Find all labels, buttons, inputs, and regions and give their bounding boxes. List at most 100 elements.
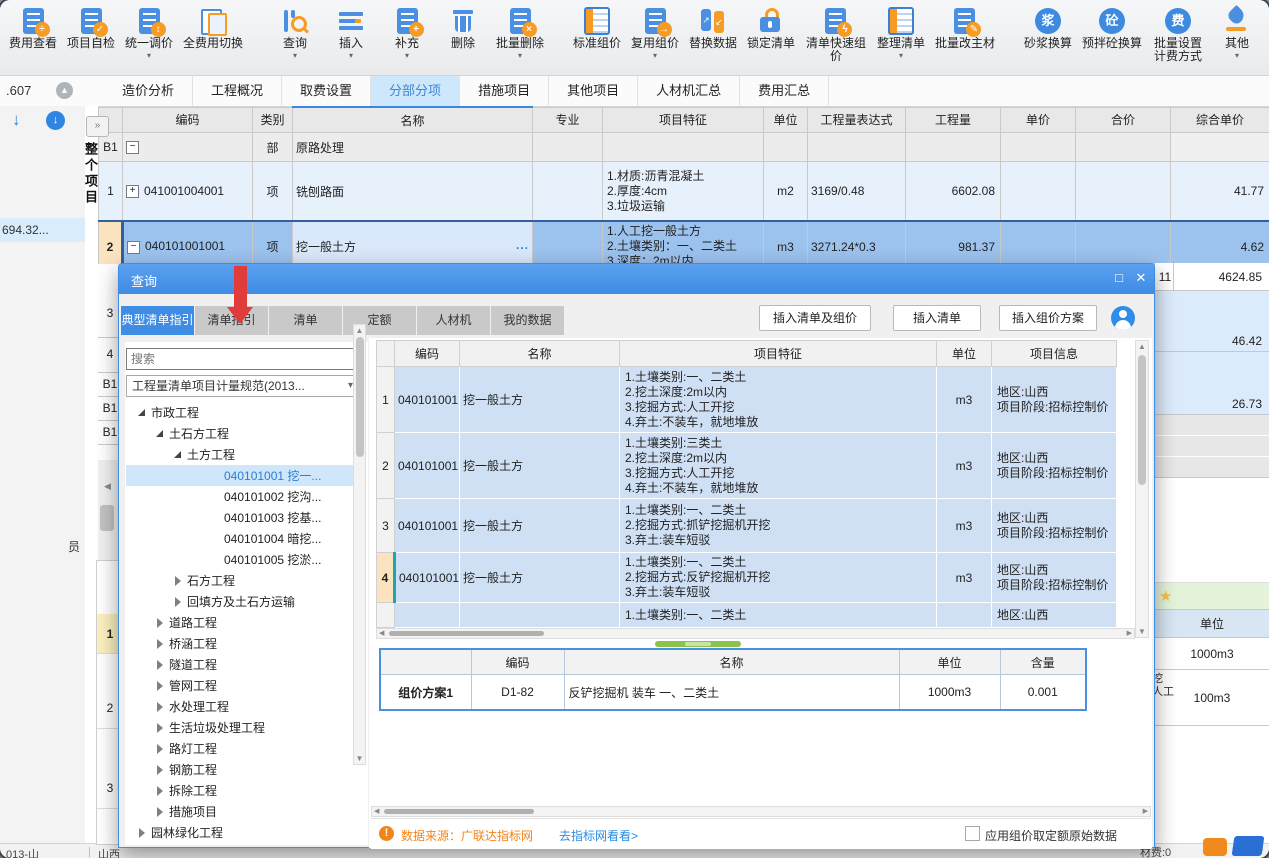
taskbar-app-icon[interactable] — [1232, 836, 1265, 856]
col-qty-expr[interactable]: 工程量表达式 — [808, 107, 906, 133]
tree-item[interactable]: 园林绿化工程 — [126, 822, 355, 843]
tree-item[interactable]: 水处理工程 — [126, 696, 355, 717]
toolbar-organize-list[interactable]: 整理清单 — [877, 5, 925, 60]
tree-closed-icon[interactable] — [154, 742, 167, 755]
tree-closed-icon[interactable] — [154, 658, 167, 671]
down-arrow-icon[interactable]: ↓ — [12, 110, 21, 130]
tree-item-soil[interactable]: 土方工程 — [126, 444, 355, 465]
toolbar-self-check[interactable]: ✓项目自检 — [67, 5, 115, 50]
toolbar-replace-data[interactable]: ↗↙替换数据 — [689, 5, 737, 50]
dialog-title-bar[interactable]: 查询 — [119, 264, 1154, 294]
spec-select[interactable]: 工程量清单项目计量规范(2013... — [126, 375, 358, 397]
tree-leaf[interactable]: 040101003 挖基... — [126, 507, 355, 528]
amount-row[interactable]: 694.32... — [0, 218, 85, 242]
col-code[interactable]: 编码 — [123, 107, 253, 133]
download-circle-icon[interactable]: ↓ — [46, 111, 65, 130]
col-total[interactable]: 合价 — [1076, 107, 1171, 133]
close-button[interactable] — [1131, 270, 1151, 286]
items-table-scrollbar[interactable]: ▲▼ — [1135, 340, 1149, 638]
tab-typical-list-guide[interactable]: 典型清单指引 — [121, 306, 194, 335]
tree-leaf-selected[interactable]: 040101001 挖一... — [126, 465, 355, 486]
tab-list[interactable]: 清单 — [269, 306, 342, 335]
tab-cost-analysis[interactable]: 造价分析 — [104, 76, 193, 106]
expand-panel-button[interactable]: » — [86, 116, 109, 137]
tab-labor-summary[interactable]: 人材机汇总 — [638, 76, 740, 106]
expand-expander[interactable]: + — [126, 185, 139, 198]
col-name[interactable]: 名称 — [293, 107, 533, 133]
tree-item[interactable]: 石方工程 — [126, 570, 355, 591]
tree-item[interactable]: 路灯工程 — [126, 738, 355, 759]
indicator-site-link[interactable]: 去指标网看看> — [559, 827, 638, 844]
tree-open-icon[interactable] — [136, 406, 149, 419]
tree-open-icon[interactable] — [172, 448, 185, 461]
insert-price-scheme-button[interactable]: 插入组价方案 — [999, 305, 1097, 331]
toolbar-query[interactable]: 查询 — [272, 5, 318, 60]
col-unit-price[interactable]: 单价 — [1001, 107, 1076, 133]
tree-closed-icon[interactable] — [154, 784, 167, 797]
tab-my-data[interactable]: 我的数据 — [491, 306, 564, 335]
tree-closed-icon[interactable] — [154, 637, 167, 650]
toolbar-mortar-convert[interactable]: 浆砂浆换算 — [1024, 5, 1072, 50]
dialog-table-row[interactable]: 2 040101001 挖一般土方 1.土壤类别:三类土 2.挖土深度:2m以内… — [377, 433, 1117, 499]
toolbar-unify-price[interactable]: ↕统一调价 — [125, 5, 173, 60]
tree-closed-icon[interactable] — [154, 763, 167, 776]
toolbar-edit-material[interactable]: ✎批量改主材 — [935, 5, 995, 50]
col-comp-price[interactable]: 综合单价 — [1171, 107, 1269, 133]
tree-closed-icon[interactable] — [154, 805, 167, 818]
tab-fee-summary[interactable]: 费用汇总 — [740, 76, 829, 106]
items-table-hscrollbar[interactable]: ◀▶ — [376, 628, 1135, 639]
toolbar-reuse-price[interactable]: →复用组价 — [631, 5, 679, 60]
col-code[interactable]: 编码 — [395, 341, 460, 367]
apply-original-data-checkbox[interactable] — [965, 826, 980, 841]
toolbar-standard-price[interactable]: 标准组价 — [573, 5, 621, 50]
scroll-left-icon[interactable]: ◀ — [104, 481, 111, 492]
col-unit[interactable]: 单位 — [937, 341, 992, 367]
favorite-star-icon[interactable] — [1159, 587, 1172, 605]
toolbar-batch-fee-mode[interactable]: 费批量设置计费方式 — [1152, 5, 1204, 63]
insert-list-button[interactable]: 插入清单 — [893, 305, 981, 331]
toolbar-concrete-convert[interactable]: 砼预拌砼换算 — [1082, 5, 1142, 50]
tree-closed-icon[interactable] — [154, 721, 167, 734]
toolbar-fee-switch[interactable]: 全费用切换 — [183, 5, 243, 50]
tab-fee-settings[interactable]: 取费设置 — [282, 76, 371, 106]
tab-labor-machine[interactable]: 人材机 — [417, 306, 490, 335]
tab-project-overview[interactable]: 工程概况 — [193, 76, 282, 106]
tree-item[interactable]: 道路工程 — [126, 612, 355, 633]
search-input[interactable] — [126, 348, 358, 370]
tree-leaf[interactable]: 040101004 暗挖... — [126, 528, 355, 549]
scrollbar-thumb[interactable] — [100, 505, 114, 531]
tree-item[interactable]: 隧道工程 — [126, 654, 355, 675]
tab-measures[interactable]: 措施项目 — [460, 76, 549, 106]
toolbar-quick-price[interactable]: ϟ清单快速组价 — [805, 5, 867, 63]
taskbar-app-icon[interactable] — [1203, 838, 1227, 856]
table-row[interactable]: 1 +041001004001 项 铣刨路面 1.材质:沥青混凝土 2.厚度:4… — [99, 162, 1269, 222]
maximize-button[interactable] — [1109, 270, 1129, 285]
splitter-handle[interactable] — [655, 641, 741, 647]
collapse-expander[interactable]: − — [126, 141, 139, 154]
toolbar-delete[interactable]: 删除 — [440, 5, 486, 50]
tree-closed-icon[interactable] — [172, 574, 185, 587]
tree-leaf[interactable]: 040101002 挖沟... — [126, 486, 355, 507]
tab-other-items[interactable]: 其他项目 — [549, 76, 638, 106]
more-button[interactable]: ... — [516, 238, 529, 252]
table-row[interactable]: B1 − 部 原路处理 — [99, 133, 1269, 162]
dialog-partial-row[interactable]: 1.土壤类别:一、二类土 地区:山西 — [377, 603, 1117, 628]
dialog-table-row[interactable]: 3 040101001 挖一般土方 1.土壤类别:一、二类土 2.挖掘方式:抓铲… — [377, 499, 1117, 553]
col-category[interactable]: 类别 — [253, 107, 293, 133]
tree-closed-icon[interactable] — [154, 679, 167, 692]
tree-item-earthwork[interactable]: 土石方工程 — [126, 423, 355, 444]
tree-item[interactable]: 管网工程 — [126, 675, 355, 696]
col-specialty[interactable]: 专业 — [533, 107, 603, 133]
toolbar-fee-view[interactable]: ÷费用查看 — [9, 5, 57, 50]
tree-item-municipal[interactable]: 市政工程 — [126, 402, 355, 423]
toolbar-lock-list[interactable]: 锁定清单 — [747, 5, 795, 50]
tree-closed-icon[interactable] — [136, 826, 149, 839]
user-avatar-icon[interactable] — [1111, 306, 1135, 330]
col-features[interactable]: 项目特征 — [603, 107, 764, 133]
tree-item[interactable]: 回填方及土石方运输 — [126, 591, 355, 612]
tree-item[interactable]: 钢筋工程 — [126, 759, 355, 780]
tree-closed-icon[interactable] — [154, 616, 167, 629]
collapse-icon[interactable]: ▲ — [56, 82, 73, 99]
insert-list-and-price-button[interactable]: 插入清单及组价 — [759, 305, 871, 331]
tree-closed-icon[interactable] — [172, 595, 185, 608]
